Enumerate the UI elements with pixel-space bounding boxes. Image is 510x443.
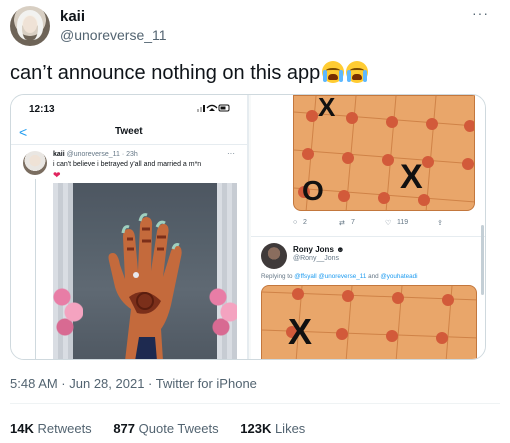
replying-mentions: @ffsyall @unoreverse_11 [294,273,367,280]
quote-tweets-stat[interactable]: 877 Quote Tweets [113,421,218,436]
tic-tac-toe-board-top: X O X [293,95,475,211]
nav-title: Tweet [115,126,143,137]
back-arrow-icon[interactable]: < [19,124,27,140]
retweet-count: 7 [351,219,355,226]
reply-avatar [261,243,287,269]
henna-hand-photo [53,183,237,359]
quoted-name: kaii [53,151,65,158]
signal-wifi-battery-icon [197,104,230,112]
replying-and: and [368,273,379,280]
board-mark: X [400,158,423,196]
thread-line [35,179,36,359]
quotes-label: Quote Tweets [138,421,219,436]
quoted-text: i can't believe i betrayed y'all and mar… [53,161,202,168]
reply-count: 2 [303,219,307,226]
divider [251,236,485,237]
divider [11,144,249,145]
status-icons [197,103,231,115]
more-dots-icon[interactable]: ··· [472,5,489,21]
emoji-icon: ☻ [333,245,345,254]
display-name[interactable]: kaii [60,8,85,25]
status-time: 12:13 [29,104,55,115]
flowers [53,279,83,339]
tweet: kaii @unoreverse_11 ··· can’t announce n… [0,0,510,443]
replying-prefix: Replying to [261,273,293,280]
board-mark: X [288,311,312,352]
avatar[interactable] [10,6,50,46]
media-attachment[interactable]: 12:13 < Tweet kaii @unoreverse_11 · 23h … [10,94,486,360]
embedded-screenshot-right[interactable]: X O X ○ 2 ⇄ 7 ♡ 119 ⇪ Rony Jons ☻ @Rony_… [251,95,485,359]
tweet-text-body: can’t announce nothing on this app [10,62,321,84]
board-grid: X O X [294,96,474,210]
embedded-screenshot-left[interactable]: 12:13 < Tweet kaii @unoreverse_11 · 23h … [11,95,249,359]
tweet-text: can’t announce nothing on this app [10,61,369,85]
more-dots-icon: ··· [227,149,235,158]
replying-last: @youhateadi [380,273,418,280]
likes-count: 123K [240,421,272,436]
action-bar: ○ 2 ⇄ 7 ♡ 119 ⇪ [293,217,475,231]
retweets-count: 14K [10,421,34,436]
likes-label: Likes [274,421,306,436]
quoted-author: kaii @unoreverse_11 · 23h [53,151,138,158]
quoted-handle: @unoreverse_11 · 23h [66,151,138,158]
reply-handle: @Rony__Jons [293,255,340,262]
divider [10,403,500,404]
reply-name-text: Rony Jons [293,245,334,254]
heart-emoji: ❤ [53,170,61,180]
reply-name: Rony Jons ☻ [293,245,345,254]
share-icon[interactable]: ⇪ [437,219,443,227]
retweets-label: Retweets [37,421,92,436]
retweet-icon[interactable]: ⇄ [339,219,345,227]
retweets-stat[interactable]: 14K Retweets [10,421,92,436]
board-mark: X [318,96,336,122]
tweet-timestamp[interactable]: 5:48 AM · Jun 28, 2021 · Twitter for iPh… [10,376,257,391]
loudly-crying-face-emoji [322,61,345,83]
engagement-stats: 14K Retweets 877 Quote Tweets 123K Likes [10,421,323,436]
user-handle[interactable]: @unoreverse_11 [60,27,167,43]
quotes-count: 877 [113,421,136,436]
reply-icon[interactable]: ○ [293,219,297,226]
like-count: 119 [397,219,409,226]
henna-hand-illustration [108,213,182,359]
flowers [209,279,237,339]
replying-to: Replying to @ffsyall @unoreverse_11 and … [261,273,418,280]
board-mark: O [302,175,324,206]
quoted-avatar [23,151,47,175]
heart-icon[interactable]: ♡ [385,219,391,227]
tic-tac-toe-board-bottom: X [261,285,477,359]
loudly-crying-face-emoji [346,61,369,83]
board-grid: X [262,286,476,359]
likes-stat[interactable]: 123K Likes [240,421,305,436]
scrollbar[interactable] [481,225,484,295]
avatar-face [23,16,37,33]
